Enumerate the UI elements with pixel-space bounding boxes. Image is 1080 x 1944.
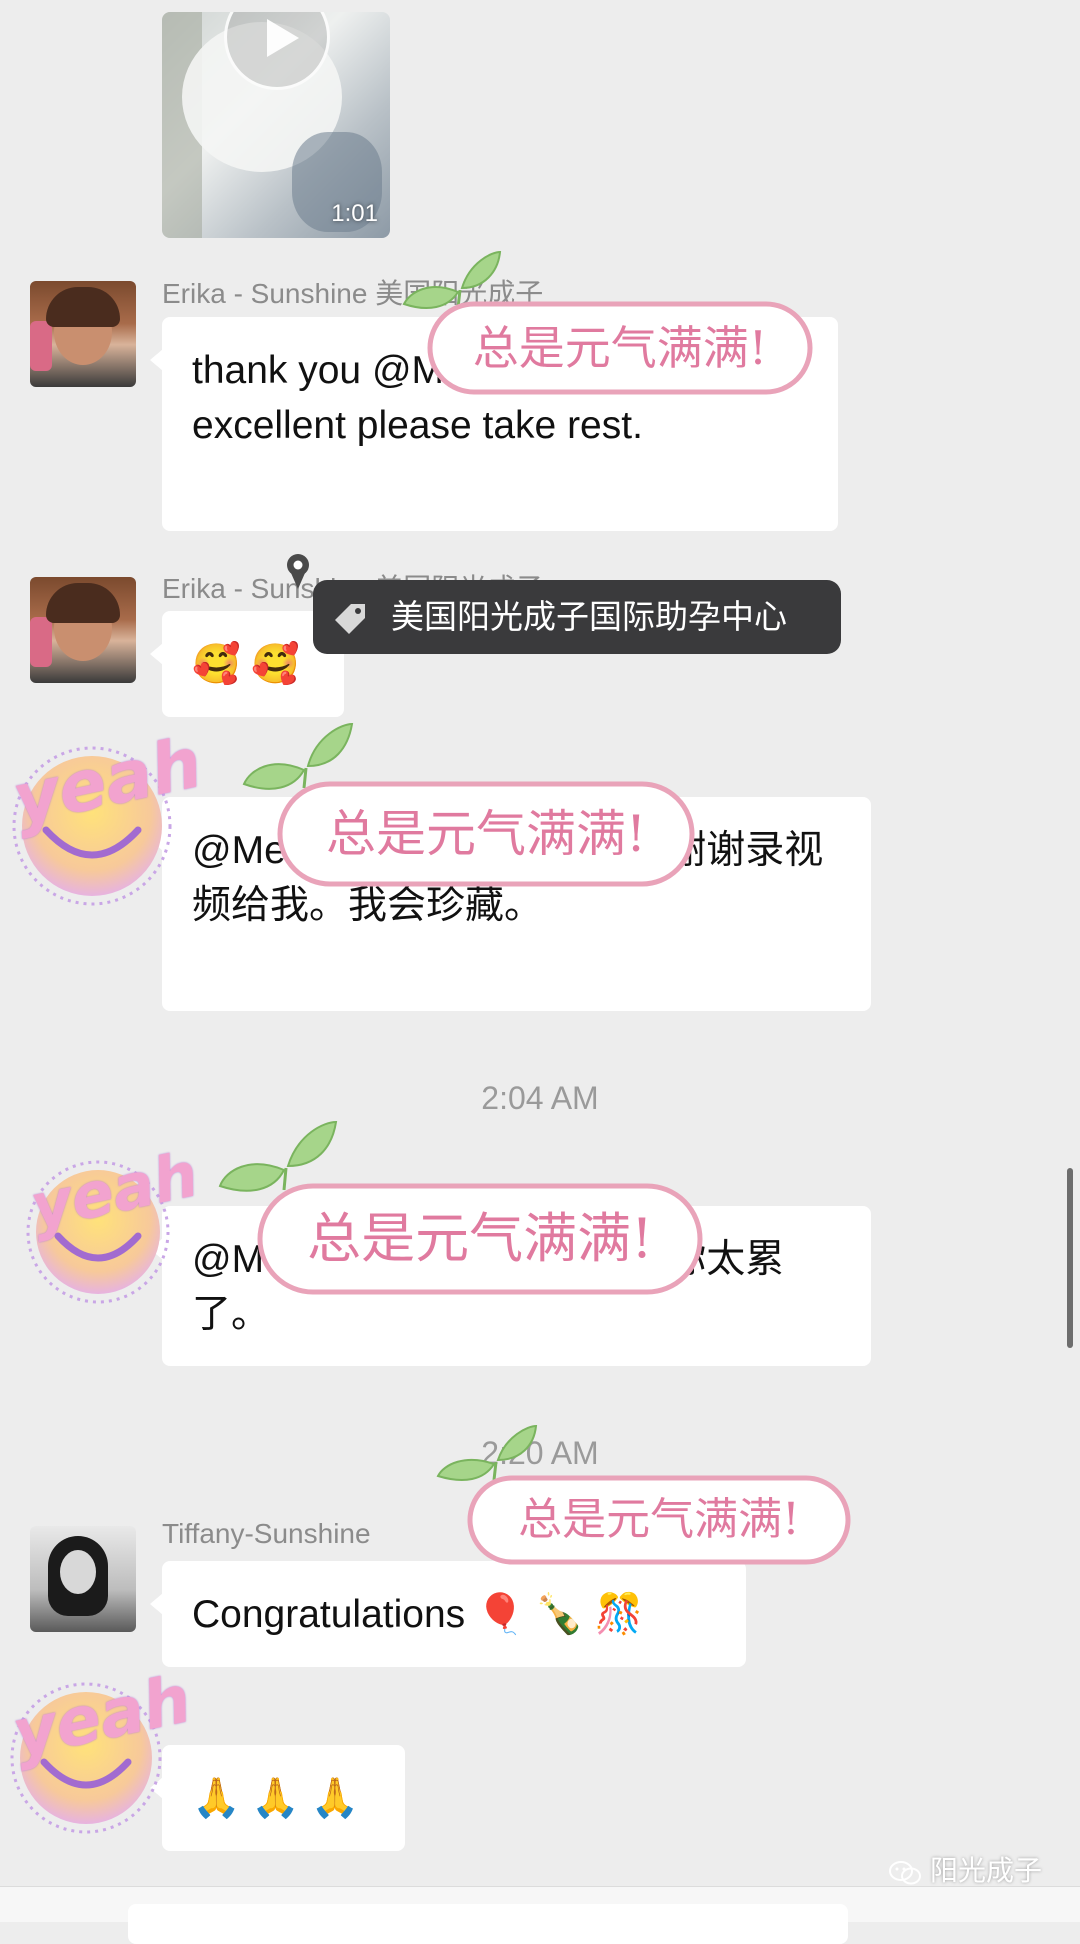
- smiley-face-icon: [26, 1160, 170, 1304]
- tag-tooltip[interactable]: 美国阳光成子国际助孕中心: [313, 580, 841, 654]
- watermark: 阳光成子: [888, 1849, 1042, 1889]
- message-text: 🙏 🙏 🙏: [192, 1777, 360, 1820]
- wechat-icon: [888, 1860, 921, 1885]
- sender-name: Erika - Sunshine 美国阳光成子: [162, 278, 544, 309]
- yeah-sticker: yeah: [22, 1137, 204, 1306]
- sender-name: Tiffany-Sunshine: [162, 1518, 371, 1549]
- message-text: @Merit Zepeda 先休息吧，你太累了。: [192, 1238, 785, 1336]
- message-bubble[interactable]: 🙏 🙏 🙏: [150, 1745, 405, 1851]
- avatar-photo-detail: [30, 617, 52, 667]
- location-pin-icon: [287, 554, 309, 589]
- watermark-text: 阳光成子: [929, 1855, 1042, 1886]
- yeah-sticker: yeah: [6, 1660, 197, 1836]
- video-duration: 1:01: [331, 200, 378, 227]
- message-text: Congratulations 🎈 🍾 🎊: [192, 1593, 644, 1636]
- message-bubble[interactable]: @Merit Zepeda 先休息吧，你太累了。: [150, 1206, 871, 1366]
- yeah-sticker: yeah: [6, 721, 209, 910]
- message-input[interactable]: [128, 1904, 848, 1944]
- smiley-face-icon: [10, 1682, 162, 1834]
- tag-tooltip-text: 美国阳光成子国际助孕中心: [391, 598, 787, 635]
- timestamp: 2:04 AM: [481, 1080, 599, 1116]
- avatar[interactable]: [30, 1526, 136, 1632]
- message-bubble[interactable]: Congratulations 🎈 🍾 🎊: [150, 1561, 746, 1667]
- message-text: 🥰 🥰: [192, 643, 300, 686]
- avatar-photo-detail: [46, 583, 120, 623]
- video-thumbnail[interactable]: 1:01: [162, 12, 390, 238]
- message-bubble[interactable]: @Merit Zepeda 太感动了！谢谢录视频给我。我会珍藏。: [150, 797, 871, 1011]
- banner-text: 总是元气满满!: [518, 1494, 800, 1545]
- tag-icon: [335, 604, 365, 634]
- smiley-face-icon: [12, 746, 172, 906]
- message-text: @Merit Zepeda 太感动了！谢谢录视频给我。我会珍藏。: [192, 829, 824, 927]
- avatar-photo-detail: [46, 287, 120, 327]
- message-text: thank you @Merit Zepeda , excellent plea…: [192, 349, 663, 447]
- avatar[interactable]: [30, 281, 136, 387]
- message-bubble[interactable]: thank you @Merit Zepeda , excellent plea…: [150, 317, 838, 531]
- avatar-photo-detail: [30, 321, 52, 371]
- scrollbar[interactable]: [1067, 1168, 1073, 1348]
- avatar[interactable]: [30, 577, 136, 683]
- avatar-photo-detail: [60, 1550, 96, 1594]
- timestamp: 2:20 AM: [481, 1435, 599, 1471]
